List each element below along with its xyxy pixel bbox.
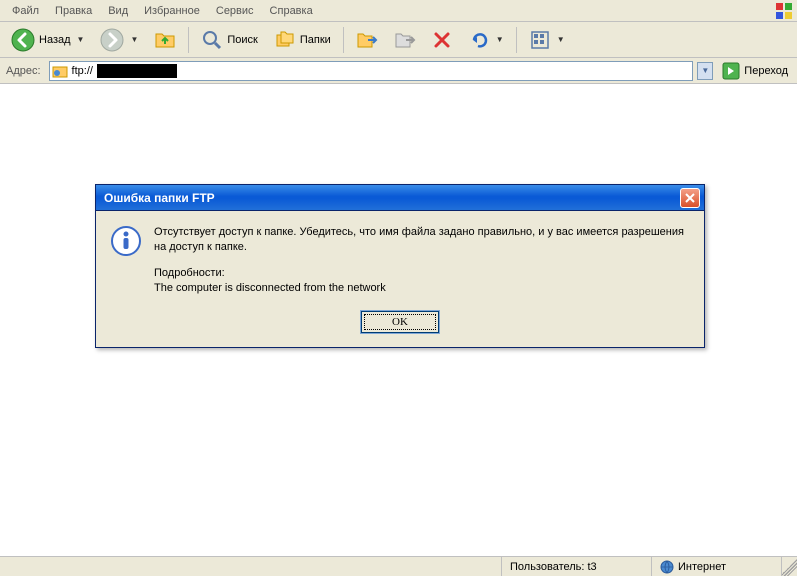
address-host-redacted [97,64,177,78]
go-button[interactable]: Переход [717,60,793,82]
status-user: Пользователь: t3 [501,557,651,576]
menu-file[interactable]: Файл [4,2,47,20]
chevron-down-icon: ▼ [130,35,138,44]
address-protocol: ftp:// [72,65,93,77]
chevron-down-icon: ▼ [557,35,565,44]
status-message [0,557,501,576]
ok-button[interactable]: OK [361,311,439,333]
back-label: Назад [39,34,71,46]
error-dialog: Ошибка папки FTP Отсутствует доступ к па… [95,184,705,348]
dialog-details-text: The computer is disconnected from the ne… [154,282,386,294]
back-button[interactable]: Назад ▼ [4,25,91,55]
forward-button[interactable]: ▼ [93,25,145,55]
status-bar: Пользователь: t3 Интернет [0,556,797,576]
windows-logo-icon [775,2,793,20]
menu-bar: Файл Правка Вид Избранное Сервис Справка [0,0,797,22]
copy-to-icon [394,29,416,51]
folders-icon [274,29,296,51]
folder-up-icon [154,29,176,51]
undo-button[interactable]: ▼ [461,25,511,55]
delete-button[interactable] [425,25,459,55]
folders-button[interactable]: Папки [267,25,338,55]
address-bar: Адрес: ftp:// ▼ Переход [0,58,797,84]
dialog-body: Отсутствует доступ к папке. Убедитесь, ч… [154,225,690,297]
search-icon [201,29,223,51]
toolbar: Назад ▼ ▼ Поиск Папки [0,22,797,58]
dialog-details-label: Подробности: [154,267,225,279]
dialog-titlebar[interactable]: Ошибка папки FTP [96,185,704,211]
info-icon [110,225,142,257]
address-label: Адрес: [4,65,45,77]
search-label: Поиск [227,34,257,46]
go-label: Переход [744,65,788,77]
views-icon [529,29,551,51]
dialog-close-button[interactable] [680,188,700,208]
menu-tools[interactable]: Сервис [208,2,262,20]
toolbar-separator [188,27,189,53]
undo-icon [468,29,490,51]
forward-icon [100,28,124,52]
back-icon [11,28,35,52]
dialog-message: Отсутствует доступ к папке. Убедитесь, ч… [154,225,690,256]
resize-grip[interactable] [781,557,797,576]
folders-label: Папки [300,34,331,46]
close-icon [685,193,695,203]
status-zone: Интернет [651,557,781,576]
toolbar-separator [343,27,344,53]
go-icon [722,62,740,80]
move-to-icon [356,29,378,51]
address-field[interactable]: ftp:// [49,61,694,81]
up-button[interactable] [147,25,183,55]
search-button[interactable]: Поиск [194,25,264,55]
ftp-folder-icon [52,63,68,79]
copy-to-button[interactable] [387,25,423,55]
menu-view[interactable]: Вид [100,2,136,20]
views-button[interactable]: ▼ [522,25,572,55]
menu-help[interactable]: Справка [262,2,321,20]
menu-favorites[interactable]: Избранное [136,2,208,20]
status-zone-label: Интернет [678,561,726,573]
toolbar-separator [516,27,517,53]
chevron-down-icon: ▼ [77,35,85,44]
chevron-down-icon: ▼ [496,35,504,44]
dialog-title: Ошибка папки FTP [104,191,680,205]
move-to-button[interactable] [349,25,385,55]
internet-zone-icon [660,560,674,574]
menu-edit[interactable]: Правка [47,2,100,20]
address-dropdown-button[interactable]: ▼ [697,62,713,80]
delete-icon [432,30,452,50]
